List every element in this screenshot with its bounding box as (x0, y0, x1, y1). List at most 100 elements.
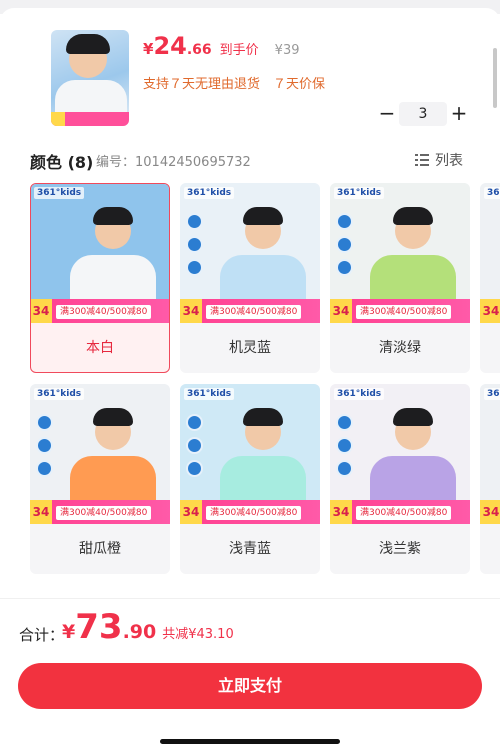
variant-card[interactable]: 361°kids 34 满300减40/500减80 本白 (30, 183, 170, 373)
promo-text: 满300减40/500减80 (56, 506, 152, 520)
promo-text: 满300减40/500减80 (56, 305, 152, 319)
variant-image: 361°kids34满300减40/500减80 (30, 384, 170, 524)
feature-icon (336, 236, 353, 253)
feature-badges (336, 414, 354, 483)
quantity-input[interactable]: 3 (399, 102, 447, 126)
scrollbar[interactable] (493, 48, 497, 108)
feature-icon (186, 259, 203, 276)
variant-card[interactable]: 361°kids 34 满300减40/500减80 机灵蓝 (180, 183, 320, 373)
model-hair (93, 207, 133, 225)
total-discount: 共减¥43.10 (162, 627, 234, 642)
feature-icon (186, 236, 203, 253)
promo-banner: 34满300减40/500减80 (480, 500, 500, 524)
decrease-button[interactable]: − (378, 102, 396, 126)
sku-selection-sheet: ¥ 24 .66 到手价 ¥39 支持７天无理由退货 ７天价保 − 3 + 颜色… (0, 8, 500, 598)
model-hair (243, 408, 283, 426)
list-view-toggle[interactable]: 列表 (415, 150, 463, 170)
promo-price-badge: 34 (480, 299, 500, 323)
variant-card[interactable]: 361°kids 34 满300减40/500减80 清淡绿 (330, 183, 470, 373)
feature-badges (186, 213, 204, 282)
brand-logo: 361°kids (184, 388, 235, 400)
variant-label: 机灵蓝 (229, 340, 271, 356)
home-indicator (160, 739, 340, 744)
promo-banner: 34 满300减40/500减80 (330, 299, 470, 323)
feature-badges (36, 414, 54, 483)
variant-label: 浅兰紫 (379, 541, 421, 557)
brand-logo: 361°kids (34, 187, 85, 199)
variant-label: 清淡绿 (379, 340, 421, 356)
price-decimal: .66 (186, 42, 212, 58)
feature-icon (186, 213, 203, 230)
total-label: 合计： (19, 626, 65, 644)
brand-logo: 361°kids (184, 187, 235, 199)
variant-image: 361°kids 34 满300减40/500减80 (330, 384, 470, 524)
promo-price-badge: 34 (480, 500, 500, 524)
promo-text: 满300减40/500减80 (206, 305, 302, 319)
color-section-title: 颜色 (8) (30, 153, 94, 172)
feature-badges (336, 213, 354, 282)
total-integer: 73 (75, 607, 123, 647)
feature-icon (336, 437, 353, 454)
feature-icon (336, 259, 353, 276)
promo-price-badge: 34 (31, 299, 52, 323)
variant-image: 361°kids 34 满300减40/500减80 (330, 183, 470, 323)
variant-card[interactable]: 361°kids 34 满300减40/500减80 甜瓜橙 (30, 384, 170, 574)
feature-icon (36, 437, 53, 454)
promo-text: 满300减40/500减80 (356, 506, 452, 520)
feature-icon (336, 460, 353, 477)
feature-badges (186, 414, 204, 483)
total-decimal: .90 (122, 621, 157, 643)
promo-banner: 34 满300减40/500减80 (330, 500, 470, 524)
model-hair (93, 408, 133, 426)
quantity-stepper: − 3 + (378, 102, 468, 126)
feature-icon (336, 414, 353, 431)
variant-card[interactable]: 361°kids 34 满300减40/500减80 浅兰紫 (330, 384, 470, 574)
promo-banner: 34满300减40/500减80 (180, 299, 320, 323)
promo-price-badge: 34 (30, 500, 52, 524)
promo-banner: 34 满300减40/500减80 (30, 500, 170, 524)
feature-icon (186, 460, 203, 477)
variant-image: 361°kids 34 满300减40/500减80 (180, 384, 320, 524)
variant-card-partial[interactable]: 361°kids 34满300减40/500减80 (480, 384, 500, 574)
product-thumbnail[interactable] (51, 30, 129, 126)
brand-logo: 361°kids (484, 187, 500, 199)
promo-banner: 34满300减40/500减80 (480, 299, 500, 323)
variant-label: 本白 (86, 340, 114, 356)
brand-logo: 361°kids (484, 388, 500, 400)
variant-image: 361°kids 34满300减40/500减80 (480, 384, 500, 524)
sku-number: 编号：10142450695732 (96, 155, 251, 170)
total-currency: ¥ (62, 621, 76, 643)
brand-logo: 361°kids (334, 388, 385, 400)
list-view-label: 列表 (435, 153, 463, 169)
promo-price-badge: 34 (180, 500, 202, 524)
promo-text: 满300减40/500减80 (206, 506, 302, 520)
pay-now-button[interactable]: 立即支付 (18, 663, 482, 709)
return-policy: 支持７天无理由退货 ７天价保 (143, 77, 326, 92)
color-variant-grid: 361°kids 34 满300减40/500减80 本白 361°kids 34 满300… (30, 183, 500, 583)
feature-icon (186, 437, 203, 454)
increase-button[interactable]: + (450, 102, 468, 126)
variant-card[interactable]: 361°kids 34 满300减40/500减80 浅青蓝 (180, 384, 320, 574)
price-currency: ¥ (143, 40, 154, 58)
variant-label: 浅青蓝 (229, 541, 271, 557)
variant-image: 361°kids 34满300减40/500减80 (480, 183, 500, 323)
variant-image: 361°kids 34满300减40/500减80 (180, 183, 320, 323)
model-hair (393, 207, 433, 225)
variant-image: 361°kids 34 满300减40/500减80 (31, 184, 169, 323)
feature-icon (36, 414, 53, 431)
hand-price-label: 到手价 (219, 43, 259, 58)
original-price: ¥39 (274, 43, 300, 58)
brand-logo: 361°kids (334, 187, 385, 199)
list-icon (415, 154, 429, 166)
price-integer: 24 (153, 32, 187, 60)
feature-icon (336, 213, 353, 230)
feature-icon (186, 414, 203, 431)
checkout-footer: 合计： ¥ 73 .90 共减¥43.10 立即支付 (0, 598, 500, 756)
feature-icon (36, 460, 53, 477)
unit-price: ¥ 24 .66 到手价 ¥39 (143, 32, 300, 60)
variant-card-partial[interactable]: 361°kids 34满300减40/500减80 (480, 183, 500, 373)
promo-price-badge: 34 (330, 299, 352, 323)
promo-banner: 34 满300减40/500减80 (31, 299, 169, 323)
promo-text: 满300减40/500减80 (356, 305, 452, 319)
promo-price-badge: 34 (330, 500, 352, 524)
